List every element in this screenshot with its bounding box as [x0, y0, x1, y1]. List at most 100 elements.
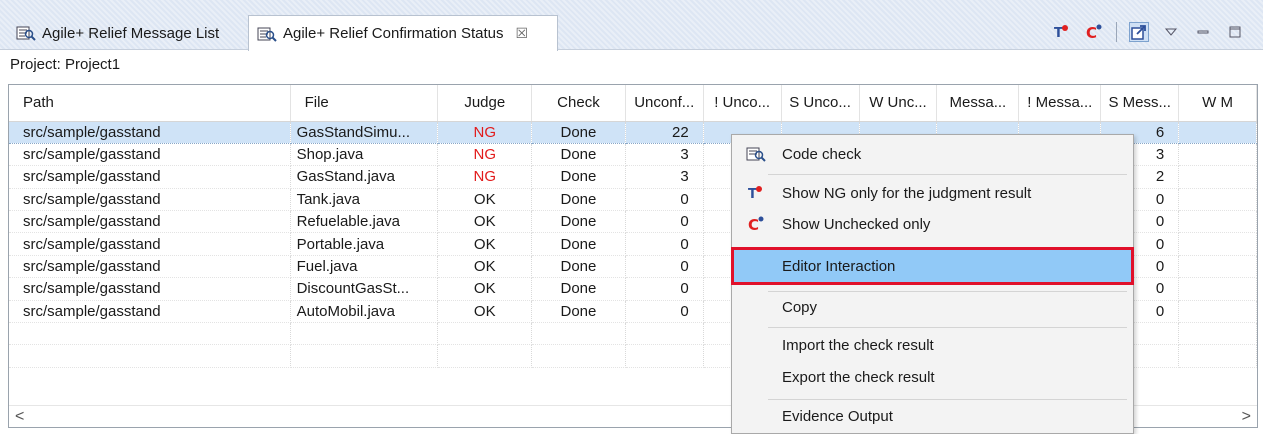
cell-check: Done	[531, 120, 626, 144]
cell-empty	[1178, 188, 1257, 212]
cell-empty	[1178, 277, 1257, 301]
cell-empty	[9, 322, 291, 346]
menu-separator	[768, 399, 1127, 400]
ng-filter-icon: T	[746, 183, 766, 203]
editor-link-icon[interactable]	[1129, 22, 1149, 42]
cell-empty	[1178, 210, 1257, 234]
menu-item-code-check[interactable]: Code check	[732, 140, 1133, 168]
cell-check: Done	[531, 300, 626, 324]
cell-unconf: 0	[625, 277, 704, 301]
code-check-icon	[746, 144, 766, 164]
svg-text:T: T	[748, 187, 757, 202]
cell-unconf: 0	[625, 210, 704, 234]
cell-file: Shop.java	[290, 143, 439, 167]
cell-check: Done	[531, 232, 626, 256]
cell-file: Refuelable.java	[290, 210, 439, 234]
toolbar-separator	[1116, 22, 1117, 42]
cell-empty	[9, 344, 291, 368]
cell-empty	[625, 344, 704, 368]
cell-unconf: 0	[625, 188, 704, 212]
cell-judge: NG	[437, 120, 533, 144]
cell-empty	[531, 344, 626, 368]
menu-item-label: Export the check result	[782, 368, 935, 386]
cell-file: Portable.java	[290, 232, 439, 256]
cell-unconf: 0	[625, 232, 704, 256]
close-icon[interactable]: ☒	[516, 25, 529, 42]
project-name: Project1	[65, 56, 121, 73]
cell-unconf: 0	[625, 300, 704, 324]
column-header[interactable]: ! Unco...	[703, 85, 782, 122]
cell-judge: OK	[437, 232, 533, 256]
cell-check: Done	[531, 143, 626, 167]
menu-item-evidence-output[interactable]: Evidence Output	[732, 402, 1133, 430]
scroll-left-icon[interactable]: <	[15, 408, 24, 426]
column-header[interactable]: File	[290, 85, 439, 122]
cell-empty	[1178, 300, 1257, 324]
cell-path: src/sample/gasstand	[9, 210, 291, 234]
svg-text:T: T	[1054, 26, 1063, 41]
relief-view-icon	[16, 26, 36, 41]
tab-confirmation-status[interactable]: Agile+ Relief Confirmation Status ☒	[248, 15, 558, 51]
cell-file: GasStand.java	[290, 165, 439, 189]
column-header[interactable]: W M	[1178, 85, 1257, 122]
menu-item-label: Show Unchecked only	[782, 215, 931, 233]
menu-separator	[768, 174, 1127, 175]
scroll-right-icon[interactable]: >	[1242, 408, 1251, 426]
menu-item-import-result[interactable]: Import the check result	[732, 331, 1133, 359]
cell-check: Done	[531, 188, 626, 212]
cell-path: src/sample/gasstand	[9, 277, 291, 301]
cell-unconf: 3	[625, 143, 704, 167]
cell-judge: OK	[437, 210, 533, 234]
tab-message-list[interactable]: Agile+ Relief Message List	[8, 16, 244, 50]
cell-path: src/sample/gasstand	[9, 255, 291, 279]
cell-path: src/sample/gasstand	[9, 300, 291, 324]
ng-filter-icon[interactable]: T	[1052, 22, 1072, 42]
cell-file: Fuel.java	[290, 255, 439, 279]
column-header[interactable]: ! Messa...	[1018, 85, 1102, 122]
column-header[interactable]: Judge	[437, 85, 533, 122]
context-menu: Code check T Show NG only for the judgme…	[731, 134, 1134, 434]
menu-item-export-result[interactable]: Export the check result	[732, 363, 1133, 391]
menu-item-label: Editor Interaction	[782, 257, 896, 275]
cell-judge: NG	[437, 165, 533, 189]
relief-view-icon	[257, 27, 277, 42]
svg-text:C: C	[748, 216, 759, 233]
column-header[interactable]: W Unc...	[859, 85, 938, 122]
unchecked-filter-icon[interactable]: C	[1084, 22, 1104, 42]
cell-empty	[1178, 120, 1257, 144]
column-header[interactable]: S Mess...	[1100, 85, 1180, 122]
column-header[interactable]: Unconf...	[625, 85, 704, 122]
menu-item-label: Import the check result	[782, 336, 934, 354]
svg-text:C: C	[1086, 24, 1097, 41]
cell-path: src/sample/gasstand	[9, 165, 291, 189]
column-header[interactable]: Messa...	[936, 85, 1020, 122]
cell-empty	[290, 344, 439, 368]
table-header: Path File Judge Check Unconf...! Unco... S Un…	[9, 85, 1257, 122]
minimize-icon[interactable]	[1193, 22, 1213, 42]
menu-item-editor-interaction[interactable]: Editor Interaction	[731, 247, 1134, 285]
column-header[interactable]: Check	[531, 85, 626, 122]
menu-item-show-ng-only[interactable]: T Show NG only for the judgment result	[732, 179, 1133, 207]
cell-judge: OK	[437, 188, 533, 212]
cell-empty	[1178, 165, 1257, 189]
maximize-icon[interactable]	[1225, 22, 1245, 42]
menu-item-show-unchecked-only[interactable]: C Show Unchecked only	[732, 210, 1133, 238]
cell-check: Done	[531, 255, 626, 279]
column-header[interactable]: Path	[9, 85, 291, 122]
cell-empty	[1178, 322, 1257, 346]
cell-path: src/sample/gasstand	[9, 143, 291, 167]
cell-unconf: 22	[625, 120, 704, 144]
cell-unconf: 0	[625, 255, 704, 279]
cell-check: Done	[531, 210, 626, 234]
menu-item-copy[interactable]: Copy	[732, 292, 1133, 322]
project-label: Project: Project1	[10, 56, 120, 73]
cell-empty	[1178, 255, 1257, 279]
cell-file: Tank.java	[290, 188, 439, 212]
view-menu-icon[interactable]	[1161, 22, 1181, 42]
cell-empty	[1178, 232, 1257, 256]
column-header[interactable]: S Unco...	[781, 85, 860, 122]
cell-unconf: 3	[625, 165, 704, 189]
cell-empty	[625, 322, 704, 346]
cell-judge: OK	[437, 300, 533, 324]
menu-separator	[768, 327, 1127, 328]
